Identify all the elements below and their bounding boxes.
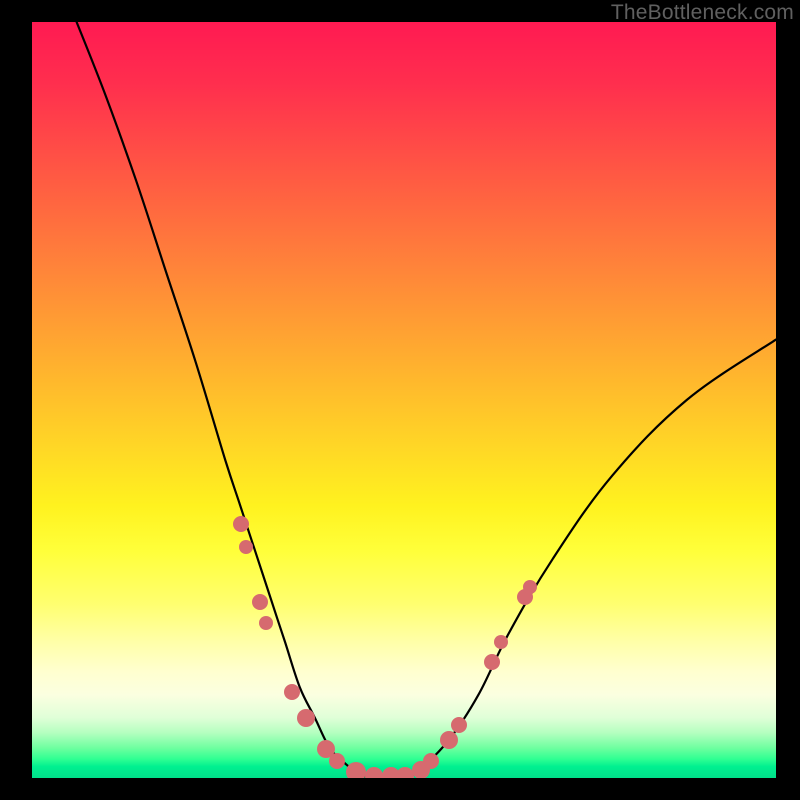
marker-dot xyxy=(451,717,467,733)
marker-dot xyxy=(346,762,366,778)
marker-dot xyxy=(440,731,458,749)
marker-dot xyxy=(297,709,315,727)
marker-dot xyxy=(329,753,345,769)
plot-area xyxy=(32,22,776,778)
marker-dot xyxy=(523,580,537,594)
marker-dot xyxy=(233,516,249,532)
marker-dot xyxy=(239,540,253,554)
marker-dot xyxy=(484,654,500,670)
marker-dot xyxy=(423,753,439,769)
marker-dot xyxy=(494,635,508,649)
marker-dot xyxy=(365,767,383,778)
marker-dot xyxy=(252,594,268,610)
marker-layer xyxy=(32,22,776,778)
marker-dot xyxy=(284,684,300,700)
chart-frame: TheBottleneck.com xyxy=(0,0,800,800)
marker-dot xyxy=(259,616,273,630)
